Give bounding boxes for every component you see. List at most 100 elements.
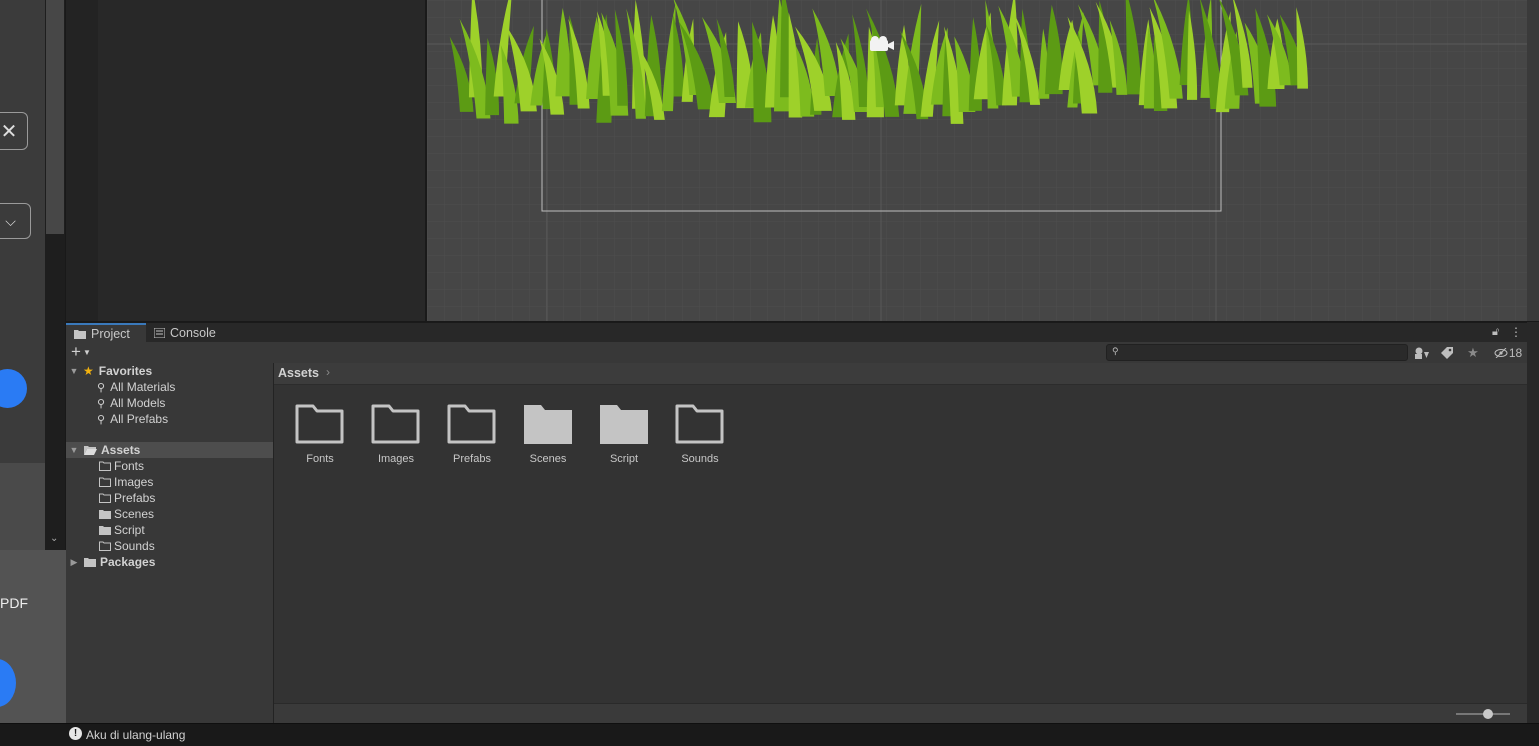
asset-label: Script [609,453,639,465]
hierarchy-panel [66,0,425,321]
project-tree: ▼ ★ Favorites ⚲ All Materials ⚲ All Mode… [66,363,274,723]
tree-item-all-models[interactable]: ⚲ All Models [66,395,304,411]
panel-edge [1527,322,1539,723]
asset-label: Fonts [306,453,334,465]
external-dropdown-button[interactable]: ⌵ [0,203,31,239]
folder-filled-icon [84,558,96,567]
tab-project-label: Project [91,327,130,341]
expand-triangle-icon[interactable]: ▼ [69,445,79,455]
folder-filled-icon [524,405,572,444]
expand-triangle-icon[interactable]: ▼ [69,366,79,376]
external-close-button[interactable]: ✕ [0,112,28,150]
tree-packages[interactable]: ▶ Packages [66,554,273,570]
tree-item-script[interactable]: Script [66,522,306,538]
tree-item-sounds[interactable]: Sounds [66,538,306,554]
asset-folder-prefabs[interactable]: Prefabs [437,403,507,465]
folder-outline-icon [99,461,111,471]
chevron-right-icon: › [326,365,330,379]
external-pdf-label: PDF [0,595,28,611]
scroll-down-icon[interactable]: ⌄ [50,533,58,544]
icon-size-slider[interactable] [1454,707,1514,721]
collapse-triangle-icon[interactable]: ▶ [69,557,79,568]
folder-filled-icon [99,510,111,519]
external-blue-button-2[interactable] [0,659,16,707]
search-icon: ⚲ [1112,346,1119,356]
asset-label: Images [377,453,415,465]
search-icon: ⚲ [97,381,106,394]
close-icon: ✕ [0,120,18,143]
tree-favorites-label: Favorites [98,364,153,378]
status-bar: ! Aku di ulang-ulang [0,723,1539,746]
hierarchy-gutter [66,0,98,321]
more-menu-icon[interactable]: ⋮ [1510,325,1522,339]
plus-icon: + [71,342,81,361]
scene-view[interactable] [427,0,1527,321]
favorite-star-icon[interactable]: ★ [1461,344,1485,361]
asset-folder-script[interactable]: Script [589,403,659,465]
eye-slash-icon [1494,347,1508,358]
filter-by-type-icon[interactable] [1410,344,1434,361]
tree-item-label: Scenes [114,507,155,521]
tree-item-label: All Prefabs [110,412,169,426]
hidden-packages-toggle[interactable]: 18 [1490,344,1526,361]
asset-folder-sounds[interactable]: Sounds [665,403,735,465]
scene-canvas [427,0,1527,321]
tree-item-label: Script [114,523,145,537]
hierarchy-scrollbar[interactable]: ⌄ [45,0,65,550]
folder-outline-icon [447,404,496,444]
project-tab-bar: Project Console 🔓︎ ⋮ [66,322,1539,343]
tree-item-all-materials[interactable]: ⚲ All Materials [66,379,304,395]
external-blue-button[interactable] [0,369,27,408]
folder-outline-icon [675,404,724,444]
folder-outline-icon [371,404,420,444]
tree-item-label: All Materials [110,380,176,394]
tree-item-all-prefabs[interactable]: ⚲ All Prefabs [66,411,304,427]
star-icon: ★ [83,364,94,378]
asset-label: Sounds [681,453,719,465]
tree-item-fonts[interactable]: Fonts [66,458,306,474]
caret-down-icon: ▼ [82,347,91,357]
breadcrumb-assets[interactable]: Assets [278,366,319,380]
console-icon [154,328,165,338]
scrollbar-thumb[interactable] [46,0,64,234]
search-icon: ⚲ [97,413,106,426]
chevron-down-icon: ⌵ [5,212,16,229]
filter-by-label-icon[interactable] [1435,344,1459,361]
asset-label: Scenes [529,453,567,465]
tree-item-label: Prefabs [114,491,156,505]
search-icon: ⚲ [97,397,106,410]
folder-outline-icon [99,493,111,503]
create-button[interactable]: + ▼ [71,342,91,362]
asset-folder-images[interactable]: Images [361,403,431,465]
tab-console[interactable]: Console [146,323,224,343]
tree-favorites[interactable]: ▼ ★ Favorites [66,363,273,379]
tree-item-images[interactable]: Images [66,474,306,490]
folder-filled-icon [99,526,111,535]
folder-outline-icon [295,404,344,444]
asset-label: Prefabs [453,453,491,465]
search-input[interactable]: ⚲ [1106,344,1408,361]
scene-edge [1527,0,1539,321]
tab-console-label: Console [170,326,216,340]
tab-project[interactable]: Project [66,323,146,343]
status-message[interactable]: Aku di ulang-ulang [86,728,185,742]
folder-outline-icon [99,541,111,551]
lock-icon[interactable]: 🔓︎ [1492,326,1499,339]
folder-outline-icon [99,477,111,487]
external-panel-lower [0,463,45,550]
tree-assets-label: Assets [101,443,141,457]
asset-folder-fonts[interactable]: Fonts [285,403,355,465]
open-folder-icon [84,446,97,455]
folder-filled-icon [600,405,648,444]
info-icon: ! [69,727,82,740]
hidden-count: 18 [1508,345,1523,360]
folder-icon [74,330,86,339]
tree-item-label: Images [114,475,154,489]
tree-item-scenes[interactable]: Scenes [66,506,306,522]
tree-item-label: Fonts [114,459,145,473]
asset-folder-scenes[interactable]: Scenes [513,403,583,465]
tree-assets[interactable]: ▼ Assets [66,442,273,458]
tree-item-prefabs[interactable]: Prefabs [66,490,306,506]
tree-packages-label: Packages [100,555,156,569]
breadcrumb: Assets › [274,363,1527,385]
